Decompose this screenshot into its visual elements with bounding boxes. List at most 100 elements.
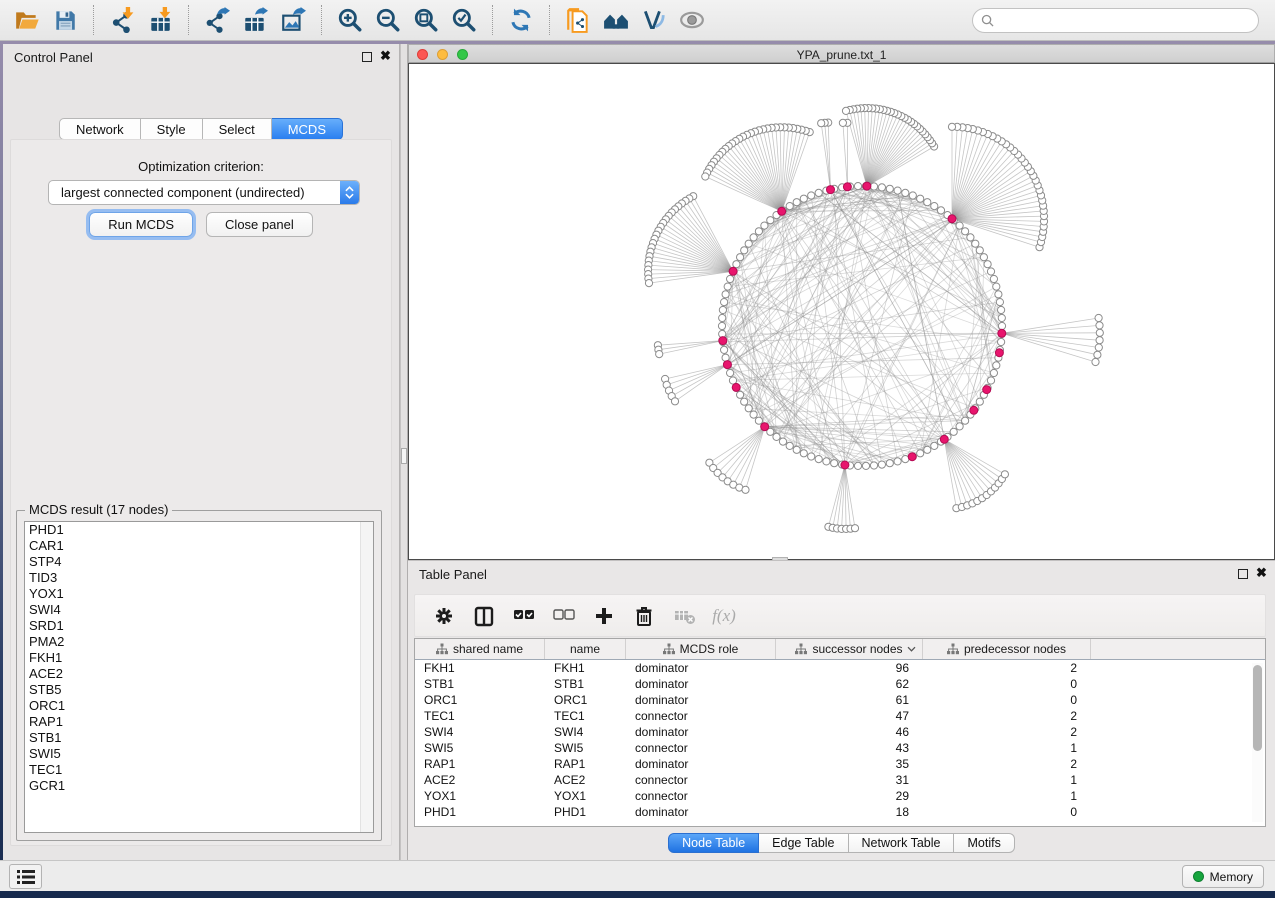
cell-name: ORC1	[545, 692, 626, 708]
close-panel-button[interactable]: Close panel	[206, 212, 313, 237]
mcds-result-item[interactable]: CAR1	[25, 538, 373, 554]
table-panel-close-icon[interactable]: ✖	[1256, 565, 1267, 581]
mcds-result-item[interactable]: PMA2	[25, 634, 373, 650]
zoom-fit-button[interactable]	[407, 3, 445, 37]
table-row[interactable]: FKH1FKH1dominator962	[415, 660, 1265, 676]
import-table-button[interactable]	[141, 3, 179, 37]
tab-style[interactable]: Style	[141, 118, 203, 140]
column-header-MCDS-role[interactable]: MCDS role	[626, 639, 776, 659]
mcds-result-item[interactable]: ACE2	[25, 666, 373, 682]
vertical-splitter-grip[interactable]	[401, 448, 407, 464]
column-settings-gear-button[interactable]	[429, 601, 459, 631]
control-panel-float-icon[interactable]	[362, 52, 372, 62]
mcds-result-list[interactable]: PHD1CAR1STP4TID3YOX1SWI4SRD1PMA2FKH1ACE2…	[24, 521, 374, 833]
import-network-button[interactable]	[103, 3, 141, 37]
export-network-button[interactable]	[198, 3, 236, 37]
table-row[interactable]: PHD1PHD1dominator180	[415, 804, 1265, 820]
tab-node-table[interactable]: Node Table	[668, 833, 759, 853]
optimization-criterion-label: Optimization criterion:	[11, 159, 391, 174]
tab-edge-table[interactable]: Edge Table	[759, 833, 848, 853]
table-panel-float-icon[interactable]	[1238, 569, 1248, 579]
cell-shared-name: ACE2	[415, 772, 545, 788]
cell-MCDS-role: connector	[626, 708, 776, 724]
vertical-splitter[interactable]	[400, 44, 408, 860]
cell-successor-nodes: 31	[776, 772, 923, 788]
mcds-result-item[interactable]: TID3	[25, 570, 373, 586]
toolbar-separator	[321, 5, 322, 35]
table-row[interactable]: ORC1ORC1dominator610	[415, 692, 1265, 708]
table-row[interactable]: SWI5SWI5connector431	[415, 740, 1265, 756]
control-panel-close-icon[interactable]: ✖	[380, 48, 391, 64]
mcds-result-groupbox: MCDS result (17 nodes) PHD1CAR1STP4TID3Y…	[16, 510, 382, 841]
mcds-result-item[interactable]: TEC1	[25, 762, 373, 778]
first-neighbors-button[interactable]	[597, 3, 635, 37]
split-panel-button[interactable]	[469, 601, 499, 631]
mcds-tab-content: Optimization criterion: largest connecte…	[10, 139, 392, 846]
list-icon	[16, 869, 36, 885]
mcds-result-item[interactable]: YOX1	[25, 586, 373, 602]
search-input[interactable]	[999, 14, 1250, 28]
mcds-result-item[interactable]: ORC1	[25, 698, 373, 714]
optimization-criterion-select[interactable]: largest connected component (undirected)	[48, 180, 360, 205]
mcds-result-item[interactable]: STB5	[25, 682, 373, 698]
table-row[interactable]: YOX1YOX1connector291	[415, 788, 1265, 804]
cell-MCDS-role: dominator	[626, 660, 776, 676]
column-header-predecessor-nodes[interactable]: predecessor nodes	[923, 639, 1091, 659]
table-row[interactable]: SWI4SWI4dominator462	[415, 724, 1265, 740]
tab-mcds[interactable]: MCDS	[272, 118, 343, 140]
network-graph[interactable]	[409, 64, 1274, 559]
delete-columns-button[interactable]	[629, 601, 659, 631]
zoom-selected-icon	[451, 7, 477, 33]
tab-select[interactable]: Select	[203, 118, 272, 140]
select-all-columns-button[interactable]	[509, 601, 539, 631]
memory-button[interactable]: Memory	[1182, 865, 1264, 888]
cell-successor-nodes: 35	[776, 756, 923, 772]
table-row[interactable]: RAP1RAP1dominator352	[415, 756, 1265, 772]
mcds-result-item[interactable]: SWI4	[25, 602, 373, 618]
tab-network-table[interactable]: Network Table	[849, 833, 955, 853]
vizmapper-toggle-button[interactable]	[635, 3, 673, 37]
column-header-name[interactable]: name	[545, 639, 626, 659]
tab-network[interactable]: Network	[59, 118, 141, 140]
export-image-button[interactable]	[274, 3, 312, 37]
cell-name: SWI5	[545, 740, 626, 756]
zoom-out-button[interactable]	[369, 3, 407, 37]
mcds-result-item[interactable]: PHD1	[25, 522, 373, 538]
network-canvas[interactable]	[408, 63, 1275, 560]
table-row[interactable]: STB1STB1dominator620	[415, 676, 1265, 692]
save-session-button[interactable]	[46, 3, 84, 37]
column-label: name	[570, 642, 600, 656]
select-stepper-icon	[340, 181, 359, 204]
mcds-result-item[interactable]: STB1	[25, 730, 373, 746]
graphics-details-eye-button[interactable]	[673, 3, 711, 37]
mcds-result-item[interactable]: RAP1	[25, 714, 373, 730]
mcds-result-item[interactable]: GCR1	[25, 778, 373, 794]
column-header-successor-nodes[interactable]: successor nodes	[776, 639, 923, 659]
deselect-all-columns-button[interactable]	[549, 601, 579, 631]
mcds-result-item[interactable]: FKH1	[25, 650, 373, 666]
tab-motifs[interactable]: Motifs	[954, 833, 1014, 853]
column-header-shared-name[interactable]: shared name	[415, 639, 545, 659]
table-scrollbar-thumb[interactable]	[1253, 665, 1262, 751]
table-row[interactable]: TEC1TEC1connector472	[415, 708, 1265, 724]
mcds-result-item[interactable]: SWI5	[25, 746, 373, 762]
task-history-button[interactable]	[9, 864, 42, 889]
zoom-selected-button[interactable]	[445, 3, 483, 37]
mcds-result-item[interactable]: SRD1	[25, 618, 373, 634]
zoom-in-button[interactable]	[331, 3, 369, 37]
table-scrollbar[interactable]	[1252, 663, 1263, 822]
run-mcds-button[interactable]: Run MCDS	[89, 212, 193, 237]
cell-predecessor-nodes: 0	[923, 804, 1091, 820]
mcds-result-item[interactable]: STP4	[25, 554, 373, 570]
table-row[interactable]: ACE2ACE2connector311	[415, 772, 1265, 788]
refresh-layout-button[interactable]	[502, 3, 540, 37]
add-column-button[interactable]	[589, 601, 619, 631]
vizmapper-toggle-icon	[641, 7, 667, 33]
cell-name: YOX1	[545, 788, 626, 804]
mcds-list-scrollbar[interactable]	[360, 522, 373, 832]
new-network-from-selection-button[interactable]	[559, 3, 597, 37]
export-table-button[interactable]	[236, 3, 274, 37]
column-type-icon	[947, 643, 959, 655]
toolbar-separator	[93, 5, 94, 35]
open-file-button[interactable]	[8, 3, 46, 37]
